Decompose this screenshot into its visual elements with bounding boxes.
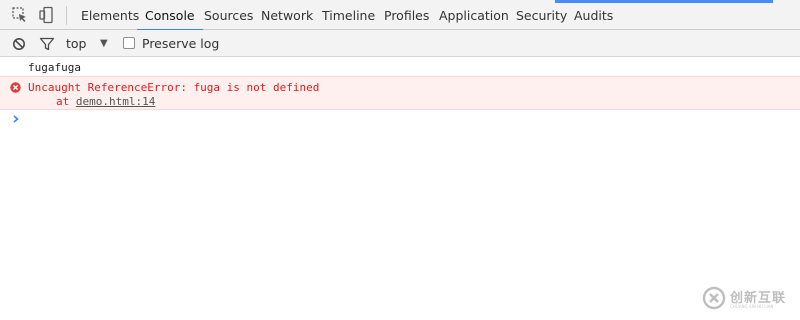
watermark-icon [702,286,726,310]
console-error-row: Uncaught ReferenceError: fuga is not def… [0,76,800,110]
tab-console[interactable]: Console [137,0,203,31]
chevron-down-icon[interactable]: ▼ [100,30,108,57]
tab-profiles[interactable]: Profiles [384,0,429,30]
tab-elements[interactable]: Elements [81,0,139,30]
console-output: fugafuga Uncaught ReferenceError: fuga i… [0,57,800,320]
tab-sources[interactable]: Sources [204,0,253,30]
preserve-log-label[interactable]: Preserve log [142,30,219,57]
inspect-element-icon[interactable] [11,6,29,24]
tab-audits[interactable]: Audits [574,0,613,30]
console-log-row: fugafuga [0,57,800,77]
error-stack-trace: at demo.html:14 [56,95,155,108]
console-prompt[interactable] [0,110,800,130]
watermark-subtext: CHUANG XIN HU LIAN [730,304,774,309]
console-toolbar: top ▼ Preserve log [0,30,800,57]
stack-prefix: at [56,95,70,108]
tab-timeline[interactable]: Timeline [322,0,375,30]
toolbar-divider [66,6,67,25]
console-log-message: fugafuga [28,61,81,74]
error-circle-icon [10,82,21,93]
device-toolbar-icon[interactable] [38,6,56,24]
context-selector[interactable]: top [66,30,86,57]
tab-security[interactable]: Security [516,0,567,30]
stack-source-link[interactable]: demo.html:14 [76,95,155,108]
filter-icon[interactable] [39,30,55,57]
tab-network[interactable]: Network [261,0,313,30]
error-message: Uncaught ReferenceError: fuga is not def… [28,81,320,94]
watermark-logo: 创新互联 CHUANG XIN HU LIAN [700,276,800,320]
prompt-chevron-icon [11,113,21,125]
devtools-tab-bar: Elements Console Sources Network Timelin… [0,0,800,31]
clear-console-icon[interactable] [12,30,26,57]
tab-application[interactable]: Application [439,0,509,30]
preserve-log-checkbox[interactable] [123,37,135,49]
